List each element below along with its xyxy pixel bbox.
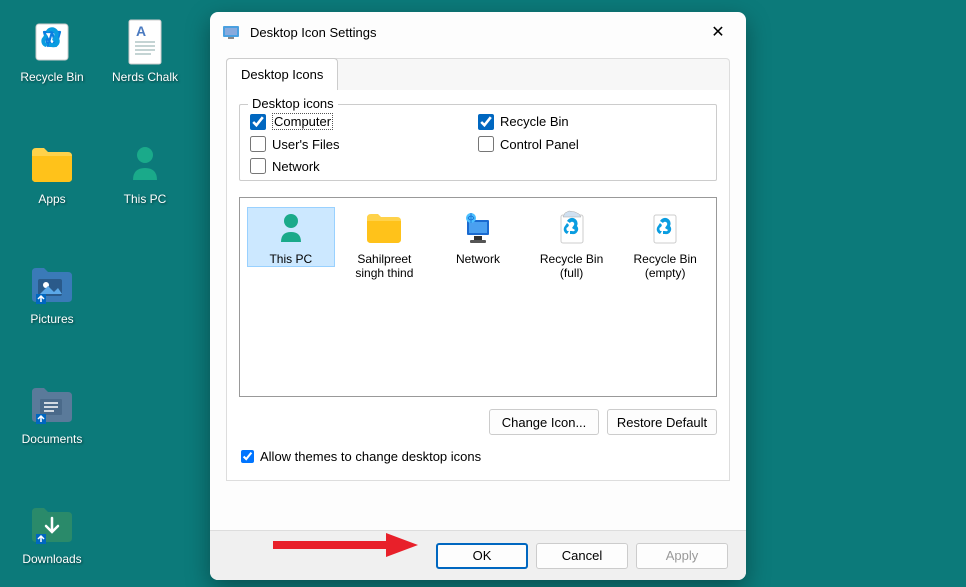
preview-label: This PC — [269, 252, 312, 266]
this-pc-icon — [271, 208, 311, 248]
ok-button[interactable]: OK — [436, 543, 528, 569]
titlebar[interactable]: Desktop Icon Settings ✕ — [210, 12, 746, 52]
desktop-icon-label: Nerds Chalk — [112, 70, 178, 84]
tab-strip: Desktop Icons — [226, 58, 730, 90]
cancel-button[interactable]: Cancel — [536, 543, 628, 569]
tab-panel: Desktop icons Computer Recycle Bin User'… — [226, 90, 730, 481]
preview-recycle-bin-empty[interactable]: Recycle Bin (empty) — [622, 208, 708, 281]
recycle-bin-full-icon — [552, 208, 592, 248]
documents-folder-icon — [28, 380, 76, 428]
this-pc-icon — [121, 140, 169, 188]
change-icon-button[interactable]: Change Icon... — [489, 409, 599, 435]
checkbox-label: Allow themes to change desktop icons — [260, 449, 481, 464]
preview-label: Network — [456, 252, 500, 266]
folder-icon — [28, 140, 76, 188]
desktop-icon-label: Pictures — [30, 312, 73, 326]
desktop-icon-label: Apps — [38, 192, 65, 206]
preview-network[interactable]: Network — [435, 208, 521, 266]
document-icon: A — [121, 18, 169, 66]
preview-this-pc[interactable]: This PC — [248, 208, 334, 266]
folder-icon — [364, 208, 404, 248]
checkbox-label: Network — [272, 159, 320, 174]
recycle-bin-empty-icon — [645, 208, 685, 248]
checkbox-label: User's Files — [272, 137, 340, 152]
desktop-icon-documents[interactable]: Documents — [12, 380, 92, 446]
desktop-icon-label: This PC — [124, 192, 167, 206]
apply-button[interactable]: Apply — [636, 543, 728, 569]
checkbox-label: Computer — [272, 113, 333, 130]
checkbox-control-panel-input[interactable] — [478, 136, 494, 152]
desktop-icon-recycle-bin[interactable]: Recycle Bin — [12, 18, 92, 84]
checkbox-users-files-input[interactable] — [250, 136, 266, 152]
recycle-bin-icon — [28, 18, 76, 66]
checkbox-users-files[interactable]: User's Files — [250, 136, 478, 152]
desktop-icon-label: Recycle Bin — [20, 70, 83, 84]
preview-recycle-bin-full[interactable]: Recycle Bin (full) — [529, 208, 615, 281]
preview-label: Recycle Bin (empty) — [622, 252, 708, 281]
downloads-folder-icon — [28, 500, 76, 548]
checkbox-recycle-bin[interactable]: Recycle Bin — [478, 113, 706, 130]
checkbox-allow-themes[interactable]: Allow themes to change desktop icons — [239, 449, 717, 464]
close-button[interactable]: ✕ — [698, 12, 738, 52]
checkbox-allow-themes-input[interactable] — [241, 450, 254, 463]
dialog-desktop-icon-settings: Desktop Icon Settings ✕ Desktop Icons De… — [210, 12, 746, 580]
restore-default-button[interactable]: Restore Default — [607, 409, 717, 435]
dialog-title: Desktop Icon Settings — [250, 25, 376, 40]
close-icon: ✕ — [711, 22, 724, 42]
checkbox-label: Control Panel — [500, 137, 579, 152]
desktop-icon-apps[interactable]: Apps — [12, 140, 92, 206]
checkbox-control-panel[interactable]: Control Panel — [478, 136, 706, 152]
checkbox-label: Recycle Bin — [500, 114, 569, 129]
svg-text:A: A — [136, 23, 146, 39]
groupbox-desktop-icons: Desktop icons Computer Recycle Bin User'… — [239, 104, 717, 181]
dialog-footer: OK Cancel Apply — [210, 530, 746, 580]
checkbox-recycle-bin-input[interactable] — [478, 114, 494, 130]
checkbox-network[interactable]: Network — [250, 158, 478, 174]
checkbox-computer-input[interactable] — [250, 114, 266, 130]
control-panel-icon — [222, 23, 240, 41]
pictures-folder-icon — [28, 260, 76, 308]
preview-user-folder[interactable]: Sahilpreet singh thind — [342, 208, 428, 281]
groupbox-title: Desktop icons — [248, 96, 338, 111]
desktop-icon-label: Documents — [22, 432, 83, 446]
desktop-icon-label: Downloads — [22, 552, 81, 566]
desktop-icon-downloads[interactable]: Downloads — [12, 500, 92, 566]
tab-desktop-icons[interactable]: Desktop Icons — [226, 58, 338, 90]
preview-label: Sahilpreet singh thind — [342, 252, 428, 281]
checkbox-computer[interactable]: Computer — [250, 113, 478, 130]
desktop-icon-pictures[interactable]: Pictures — [12, 260, 92, 326]
preview-label: Recycle Bin (full) — [529, 252, 615, 281]
desktop-icon-this-pc[interactable]: This PC — [105, 140, 185, 206]
checkbox-network-input[interactable] — [250, 158, 266, 174]
desktop-icon-nerds-chalk[interactable]: A Nerds Chalk — [105, 18, 185, 84]
network-icon — [458, 208, 498, 248]
icon-preview-list: This PC Sahilpreet singh thind Network — [239, 197, 717, 397]
